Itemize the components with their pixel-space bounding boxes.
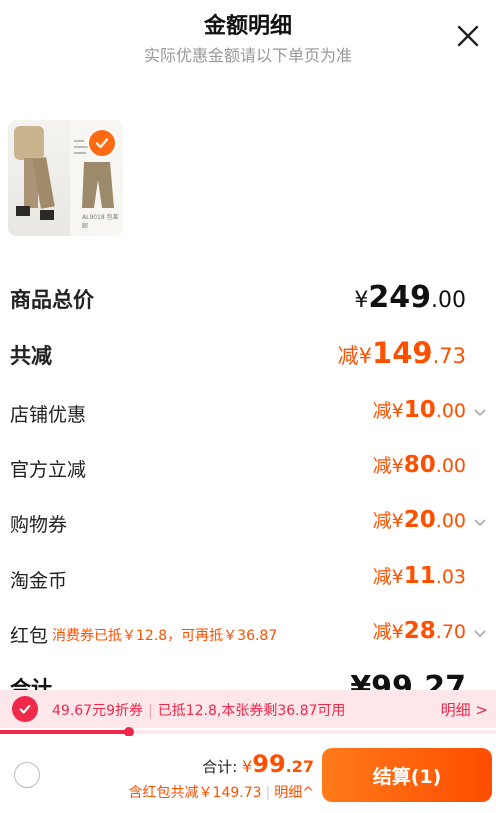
row-hongbao[interactable]: 红包 消费券已抵￥12.8，可再抵￥36.87 减¥28.70 [0,613,496,653]
product-selected-check-icon[interactable] [87,128,117,158]
taojinbi-amount: 减¥11.03 [373,562,466,589]
header: 金额明细 实际优惠金额请以下单页为准 [0,0,496,80]
total-reduce-label: 共减 [10,344,52,368]
currency-prefix: 减¥ [372,510,404,532]
footer-bar: 合计: ¥99.27 含红包共减￥149.73 | 明细^ 结算(1) [0,736,496,813]
page-subtitle: 实际优惠金额请以下单页为准 [143,46,352,65]
amount-decimal: .00 [435,400,466,422]
currency-prefix: 减¥ [372,400,404,422]
partial-total-value: ¥99.27 [350,670,466,692]
amount-integer: 149 [372,336,433,370]
official-reduce-label: 官方立减 [10,459,87,481]
total-price-label: 商品总价 [10,288,94,312]
coupon-name: 49.67元9折券 [52,703,143,719]
row-taojinbi: 淘金币 减¥11.03 [0,558,496,598]
hongbao-amount: 减¥28.70 [373,617,466,644]
footer-subtext: 含红包共减￥149.73 | 明细^ [129,782,314,802]
amount-decimal: .00 [435,455,466,477]
currency-prefix: 减¥ [372,566,404,588]
reduce-summary: 含红包共减￥149.73 [128,785,262,801]
sum-label: 合计: [202,758,243,776]
hongbao-note: 消费券已抵￥12.8，可再抵￥36.87 [52,628,278,644]
currency-prefix: 减¥ [337,344,373,368]
row-total-reduce: 共减 减¥149.73 [0,336,496,376]
coupon-text: 49.67元9折券 | 已抵12.8,本张券剩36.87可用 [52,700,345,720]
amount-decimal: .73 [432,344,466,368]
coupon-check-icon[interactable] [12,696,38,722]
amount-integer: 10 [403,397,436,423]
currency-prefix: ¥ [242,757,253,776]
footer-sum: 合计: ¥99.27 [202,750,314,778]
row-official-reduce: 官方立减 减¥80.00 [0,447,496,487]
amount-decimal: .70 [435,621,466,643]
official-reduce-amount: 减¥80.00 [373,451,466,478]
amount-integer: 20 [403,507,436,533]
coupon-progress-bar [0,727,496,737]
shop-discount-label: 店铺优惠 [10,404,87,426]
amount-decimal: .03 [435,566,466,588]
footer-divider: | [265,785,271,801]
coupon-divider: | [148,703,153,719]
sum-amount: ¥99.27 [242,750,314,778]
amount-integer: 249 [368,280,431,315]
row-shopping-coupon[interactable]: 购物券 减¥20.00 [0,502,496,542]
amount-decimal: .00 [435,510,466,532]
product-thumbnail[interactable]: AL9018 包某邮 [8,120,123,236]
currency-prefix: ¥ [354,288,369,313]
amount-decimal: .27 [285,757,314,776]
chevron-down-icon[interactable] [472,404,488,420]
coupon-progress-fill [0,730,129,734]
coupon-detail-link[interactable]: 明细 > [441,699,488,720]
footer-detail-toggle[interactable]: 明细^ [274,785,314,801]
amount-integer: 28 [403,618,436,644]
amount-integer: 99 [252,750,286,778]
product-image-tag: AL9018 包某邮 [82,214,119,230]
row-partial-total: 合计 ¥99.27 [0,670,496,692]
coupon-bar: 49.67元9折券 | 已抵12.8,本张券剩36.87可用 明细 > [0,690,496,728]
total-reduce-amount: 减¥149.73 [338,336,466,370]
hongbao-label: 红包 [10,625,49,647]
row-total-price: 商品总价 ¥249.00 [0,280,496,320]
product-image-model [8,120,70,236]
shopping-coupon-label: 购物券 [10,514,68,536]
close-icon[interactable] [452,20,484,52]
select-all-radio[interactable] [14,762,40,788]
chevron-down-icon[interactable] [472,625,488,641]
shop-discount-amount: 减¥10.00 [373,396,466,423]
row-shop-discount[interactable]: 店铺优惠 减¥10.00 [0,392,496,432]
currency-prefix: 减¥ [372,455,404,477]
currency-prefix: 减¥ [372,621,404,643]
chevron-down-icon[interactable] [472,514,488,530]
total-price-amount: ¥249.00 [354,280,466,315]
taojinbi-label: 淘金币 [10,570,68,592]
amount-integer: 80 [403,452,436,478]
page-title: 金额明细 [203,14,292,39]
shopping-coupon-amount: 减¥20.00 [373,506,466,533]
coupon-status: 已抵12.8,本张券剩36.87可用 [157,703,346,719]
checkout-button[interactable]: 结算(1) [322,748,492,802]
amount-decimal: .00 [431,288,466,313]
amount-integer: 11 [403,563,436,589]
